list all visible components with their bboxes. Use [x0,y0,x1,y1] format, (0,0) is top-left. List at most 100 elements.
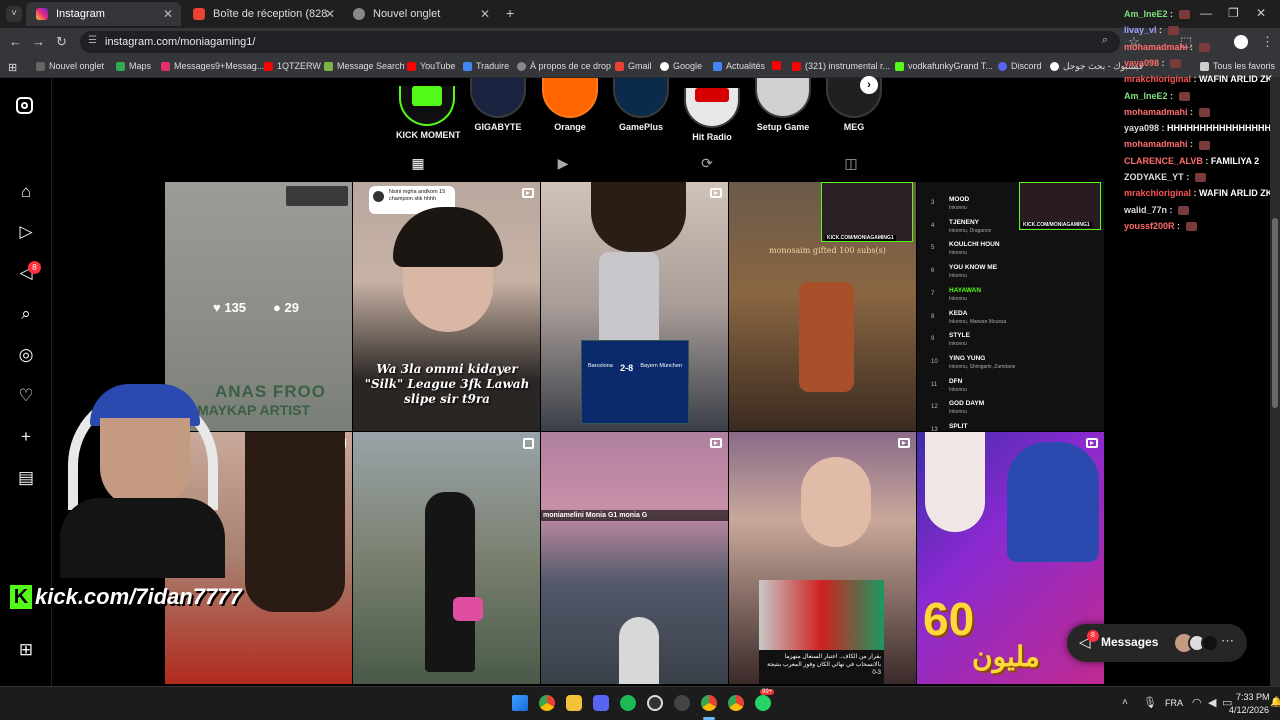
bookmark-item[interactable]: Traduire [463,61,509,71]
chat-username[interactable]: Am_lneE2 [1124,91,1168,101]
explore-icon[interactable]: ◎ [16,345,36,365]
whatsapp-icon[interactable] [755,695,771,711]
page-scrollbar[interactable] [1270,78,1280,686]
chat-username[interactable]: yaya098 [1124,123,1159,133]
chat-username[interactable]: mohamadmahi [1124,42,1188,52]
song-row: 12 GOD DAYM Inkonnu [931,400,1081,422]
tab-instagram[interactable]: Instagram ✕ [26,2,181,26]
wifi-icon[interactable]: ◠ [1192,696,1202,709]
chat-username[interactable]: livay_vl [1124,25,1157,35]
tagged-tab-icon[interactable]: ◫ [843,155,859,171]
instagram-logo-icon[interactable] [16,97,36,117]
file-explorer-icon[interactable] [566,695,582,711]
search-icon[interactable]: ⌕ [16,304,36,324]
discord-icon[interactable] [593,695,609,711]
next-highlights-button[interactable]: › [860,76,878,94]
language-indicator[interactable]: FRA [1165,698,1183,708]
song-row: 3 MOOD Inkonnu [931,196,1081,218]
bookmark-item[interactable]: Maps [116,61,151,71]
reload-icon[interactable]: ↻ [56,34,67,50]
bookmark-item[interactable]: vodkafunkyGrand T... [895,61,993,71]
new-tab-button[interactable]: + [506,5,514,21]
more-apps-icon[interactable]: ⊞ [16,640,36,660]
bookmark-item[interactable]: Discord [998,61,1042,71]
maps-icon [116,61,125,71]
site-info-icon[interactable]: ☰ [88,35,97,46]
chrome-favicon [353,8,365,20]
chat-username[interactable]: Am_lneE2 [1124,9,1168,19]
bookmark-item[interactable]: Message Search [324,61,405,71]
chat-username[interactable]: mrakchioriginal [1124,74,1191,84]
highlight-gigabyte[interactable]: GIGABYTE [467,78,529,132]
chat-username[interactable]: yaya098 [1124,58,1159,68]
notification-bell-icon[interactable]: 🔔 [1270,697,1280,708]
bookmark-item[interactable]: (321) instrumental r... [792,61,890,71]
messages-button[interactable]: ◁ 8 Messages ⋯ [1067,624,1247,662]
post-tile[interactable] [353,432,540,684]
clock-time[interactable]: 7:33 PM [1236,692,1270,702]
bookmark-item[interactable]: YouTube [407,61,455,71]
clock-date[interactable]: 4/12/2026 [1229,705,1269,715]
obs-icon[interactable] [674,695,690,711]
bookmark-item[interactable]: Gmail [615,61,652,71]
reels-tab-icon[interactable]: ▶ [555,155,571,171]
bookmark-item[interactable]: Actualités [713,61,765,71]
close-tab-icon[interactable]: ✕ [480,7,490,21]
chat-separator: : [1191,74,1200,85]
post-tile[interactable]: بقرار من الكاف.. اعتبار السنغال منهزما ب… [729,432,916,684]
scrollbar-thumb[interactable] [1272,218,1278,408]
volume-icon[interactable]: ◀ [1208,696,1216,709]
close-tab-icon[interactable]: ✕ [163,7,173,21]
address-bar[interactable]: ☰ instagram.com/moniagaming1/ ⌕ [80,31,1120,53]
apps-icon[interactable]: ⊞ [8,61,17,74]
post-tile[interactable]: Nsini mgha andkom 15 champion slik hhhh … [353,182,540,431]
home-icon[interactable]: ⌂ [16,182,36,202]
highlight-setup-game[interactable]: Setup Game [752,78,814,132]
highlight-orange[interactable]: Orange [539,78,601,132]
chrome-icon[interactable] [701,695,717,711]
back-icon[interactable]: ← [9,34,22,49]
microphone-icon[interactable]: 🎙 [1143,696,1157,709]
song-title: YOU KNOW ME [949,264,998,272]
post-tile[interactable]: KICK.COM/MONIAGAMING1 3 MOOD Inkonnu 4 TJENE… [917,182,1104,431]
tab-new[interactable]: Nouvel onglet ✕ [343,2,498,26]
kick-handle-overlay: K kick.com/7idan7777 [10,584,242,610]
dashboard-icon[interactable]: ▤ [16,468,36,488]
posts-grid-tab-icon[interactable]: ▦ [410,155,426,171]
tab-list-button[interactable]: ˅ [6,6,22,22]
forward-icon[interactable]: → [32,34,45,49]
bookmark-item[interactable]: Nouvel onglet [36,61,104,71]
highlight-kick-moment[interactable]: KICK MOMENT [396,78,461,140]
chat-message: mohamadmahi : [1124,42,1210,52]
chat-username[interactable]: mrakchioriginal [1124,188,1191,198]
notifications-heart-icon[interactable]: ♡ [16,386,36,406]
start-icon[interactable] [512,695,528,711]
bookmark-item[interactable] [772,61,785,70]
tray-chevron-icon[interactable]: ˄ [1122,697,1128,708]
create-icon[interactable]: + [16,427,36,447]
bookmark-item[interactable]: Messages9+Messag... [161,61,264,71]
close-tab-icon[interactable]: ✕ [325,7,335,21]
bookmark-item[interactable]: 1QTZERW [264,61,321,71]
post-tile[interactable]: moniamelini Monia G1 monia G [541,432,728,684]
chat-username[interactable]: walid_77n [1124,205,1167,215]
chat-username[interactable]: CLARENCE_ALVB [1124,156,1203,166]
chat-username[interactable]: mohamadmahi [1124,139,1188,149]
post-tile[interactable]: Barcelona 2-8 Bayern München [541,182,728,431]
bookmark-item[interactable]: Google [660,61,702,71]
chat-username[interactable]: mohamadmahi [1124,107,1188,117]
post-tile[interactable]: KICK.COM/MONIAGAMING1 monosaim gifted 10… [729,182,916,431]
chrome-icon[interactable] [539,695,555,711]
chrome-icon[interactable] [728,695,744,711]
chat-username[interactable]: ZODYAKE_YT [1124,172,1184,182]
tab-gmail[interactable]: Boîte de réception (8285) - kar ✕ [183,2,343,26]
highlight-gameplus[interactable]: GamePlus [610,78,672,132]
chat-username[interactable]: youssf200R [1124,221,1175,231]
bookmark-item[interactable]: À propos de ce drop [517,61,611,71]
reposts-tab-icon[interactable]: ⟳ [699,155,715,171]
bookmarks-bar: ⊞ Nouvel onglet Maps Messages9+Messag...… [0,56,1280,78]
spotify-icon[interactable] [620,695,636,711]
reels-icon[interactable]: ▷ [16,222,36,242]
app-icon[interactable] [647,695,663,711]
highlight-hit-radio[interactable]: Hit Radio [681,78,743,142]
